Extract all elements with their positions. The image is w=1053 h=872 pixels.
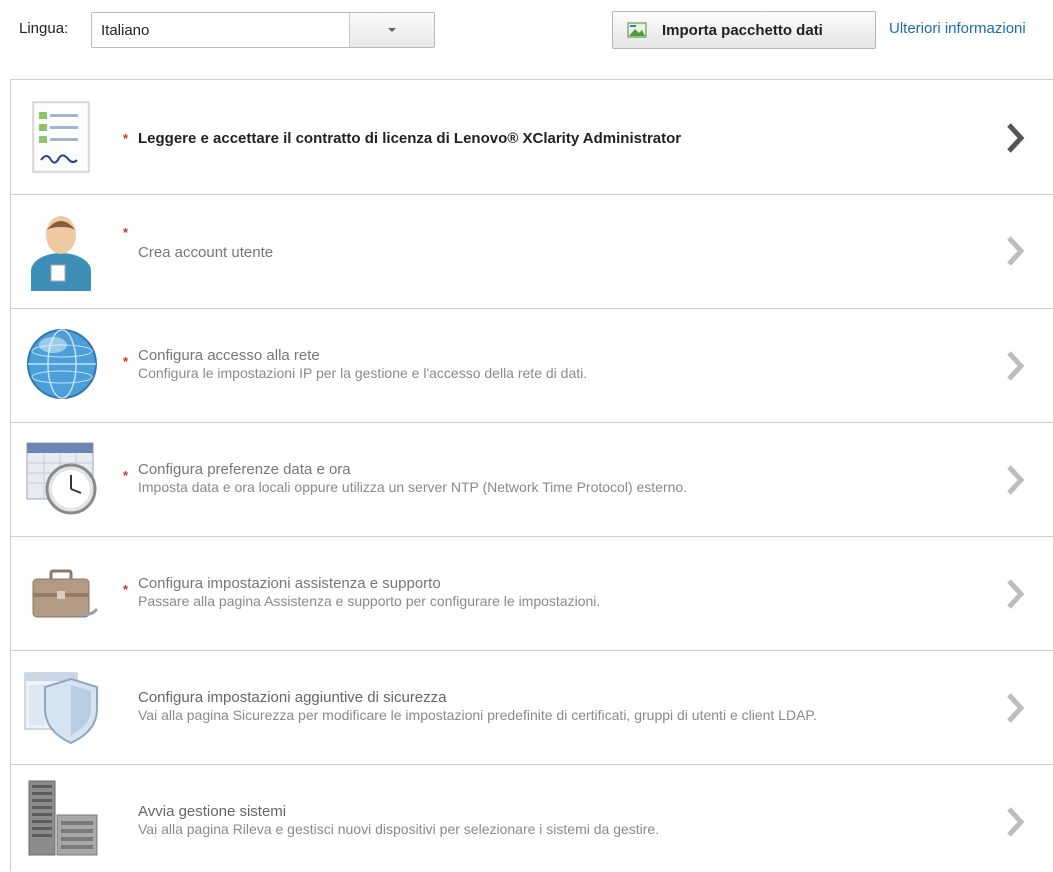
briefcase-icon [32,569,99,618]
language-dropdown-button[interactable] [349,13,434,47]
import-data-package-label: Importa pacchetto dati [662,22,823,39]
globe-icon [27,329,97,399]
chevron-right-icon[interactable] [1004,234,1026,268]
task-description: Configura le impostazioni IP per la gest… [138,365,588,381]
task-title: Configura preferenze data e ora [138,461,351,478]
import-data-package-button[interactable]: Importa pacchetto dati [612,11,876,49]
task-license[interactable]: * Leggere e accettare il contratto di li… [11,80,1053,195]
language-select[interactable]: Italiano [91,12,435,48]
task-description: Passare alla pagina Assistenza e support… [138,593,601,609]
user-account-icon [31,216,91,291]
task-create-user[interactable]: * Crea account utente [11,195,1053,309]
task-title: Leggere e accettare il contratto di lice… [138,130,682,147]
required-marker: * [123,468,129,483]
required-marker: * [123,354,129,369]
setup-task-list: * Leggere e accettare il contratto di li… [10,79,1053,871]
top-toolbar: Lingua: Italiano Importa pacchetto dati … [0,0,1053,62]
chevron-right-icon[interactable] [1004,805,1026,839]
task-description: Vai alla pagina Sicurezza per modificare… [138,707,817,723]
calendar-clock-icon [26,442,97,515]
task-title: Crea account utente [138,244,274,261]
task-title: Configura impostazioni assistenza e supp… [138,575,441,592]
chevron-right-icon[interactable] [1004,463,1026,497]
task-title: Configura accesso alla rete [138,347,320,364]
chevron-right-icon[interactable] [1004,577,1026,611]
chevron-down-icon [388,28,396,32]
more-info-link[interactable]: Ulteriori informazioni [889,20,1026,37]
required-marker: * [123,582,129,597]
chevron-right-icon[interactable] [1004,121,1026,155]
security-shield-icon [24,672,98,745]
language-select-value: Italiano [101,22,150,39]
license-document-icon [32,101,90,173]
task-date-time[interactable]: * Configura preferenze data e ora Impost… [11,423,1053,537]
task-service-support[interactable]: * Configura impostazioni assistenza e su… [11,537,1053,651]
chevron-right-icon[interactable] [1004,349,1026,383]
task-network-access[interactable]: * Configura accesso alla rete Configura … [11,309,1053,423]
chevron-right-icon[interactable] [1004,691,1026,725]
task-title: Configura impostazioni aggiuntive di sic… [138,689,447,706]
task-start-management[interactable]: Avvia gestione sistemi Vai alla pagina R… [11,765,1053,872]
task-description: Imposta data e ora locali oppure utilizz… [138,479,688,495]
task-security[interactable]: Configura impostazioni aggiuntive di sic… [11,651,1053,765]
required-marker: * [123,131,129,146]
task-title: Avvia gestione sistemi [138,803,287,820]
language-label: Lingua: [19,20,69,37]
required-marker: * [123,225,129,240]
task-description: Vai alla pagina Rileva e gestisci nuovi … [138,821,660,837]
import-image-icon [627,22,647,38]
server-rack-icon [28,780,98,856]
